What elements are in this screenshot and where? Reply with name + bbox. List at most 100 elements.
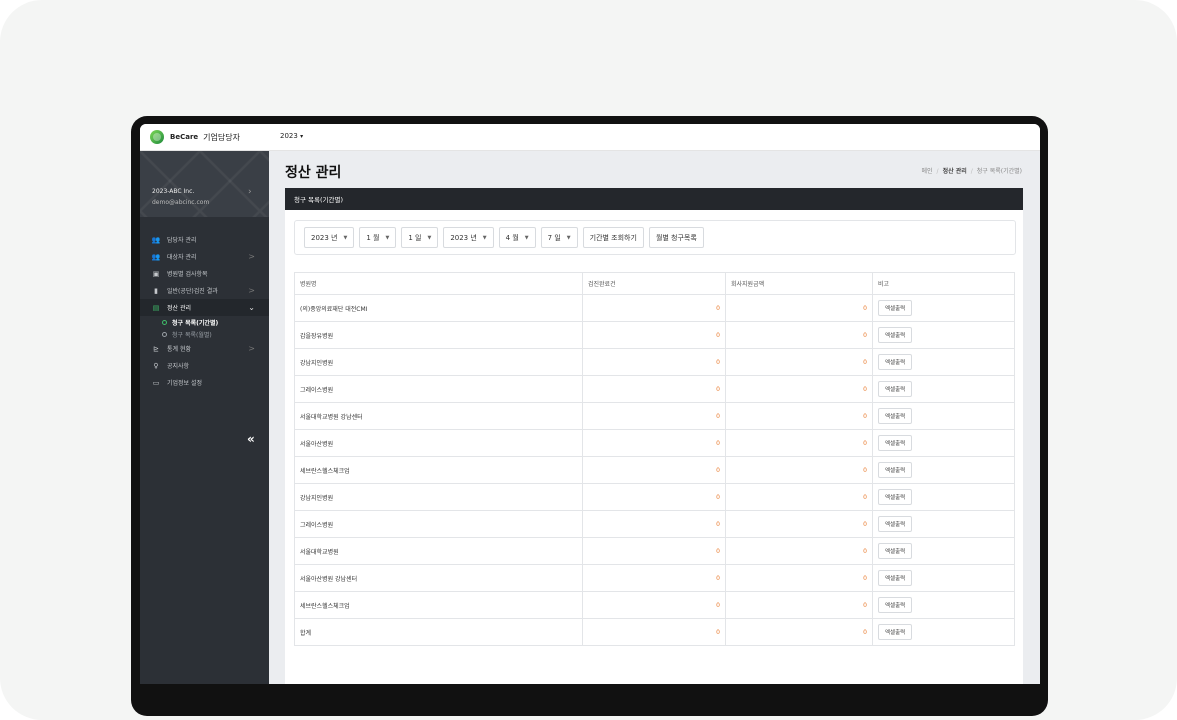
sidebar-item-label: 공지사항: [167, 363, 190, 370]
excel-export-button[interactable]: 엑셀출력: [878, 300, 913, 316]
sidebar-item[interactable]: 👥 담당자 관리: [140, 231, 269, 248]
year-select[interactable]: 2023 ▾: [280, 132, 303, 140]
hospital-cell: 서울아산병원 강남센터: [294, 564, 583, 592]
sidebar-menu: 👥 담당자 관리 👥 대상자 관리 > ▣ 병원별 검사항목 ▮ 일반(공단)검진 결과 > ▤ 정산…: [140, 231, 269, 391]
breadcrumb-section[interactable]: 정산 관리: [943, 168, 967, 175]
sidebar-item[interactable]: ⊵ 통계 현황 >: [140, 340, 269, 357]
hospital-cell: 그레이스병원: [294, 510, 583, 538]
sidebar-item[interactable]: ♀ 공지사항: [140, 357, 269, 374]
app-screen: BeCare 기업담당자 2023 ▾ 2023-ABC Inc. demo@a…: [140, 124, 1040, 684]
sidebar-item-label: 병원별 검사항목: [167, 271, 208, 278]
amount-cell: 0: [725, 402, 873, 430]
excel-export-button[interactable]: 엑셀출력: [878, 381, 913, 397]
count-cell: 0: [582, 537, 726, 565]
excel-export-button[interactable]: 엑셀출력: [878, 462, 913, 478]
start-month-value: 1 월: [366, 233, 380, 242]
hospital-cell: 세브란스헬스체크업: [294, 591, 583, 619]
hospital-cell: 서울아산병원: [294, 429, 583, 457]
table-row: 합계 0 0 엑셀출력: [294, 618, 1015, 646]
column-header-count: 검진완료건: [582, 272, 726, 295]
amount-cell: 0: [725, 429, 873, 457]
excel-export-button[interactable]: 엑셀출력: [878, 570, 913, 586]
column-header-note: 비고: [872, 272, 1015, 295]
caret-down-icon: ▼: [524, 234, 529, 241]
sidebar-item[interactable]: ▤ 정산 관리 ⌄: [140, 299, 269, 316]
user-group-icon: 👥: [151, 252, 161, 261]
table-row: 서울대학교병원 0 0 엑셀출력: [294, 537, 1015, 565]
end-year-select[interactable]: 2023 년 ▼: [443, 227, 494, 248]
sidebar-item[interactable]: ▣ 병원별 검사항목: [140, 265, 269, 282]
caret-down-icon: ▼: [427, 234, 432, 241]
end-year-value: 2023 년: [450, 233, 477, 242]
chevron-right-icon: >: [248, 252, 255, 261]
start-year-select[interactable]: 2023 년 ▼: [304, 227, 355, 248]
table-row: 세브란스헬스체크업 0 0 엑셀출력: [294, 456, 1015, 484]
start-day-select[interactable]: 1 일 ▼: [401, 227, 439, 248]
note-cell: 엑셀출력: [872, 537, 1015, 565]
sidebar-item-label: 대상자 관리: [167, 254, 197, 261]
bullet-icon: [162, 331, 167, 337]
breadcrumb-separator: /: [970, 168, 973, 175]
hospital-icon: ▣: [152, 269, 160, 278]
excel-export-button[interactable]: 엑셀출력: [878, 624, 913, 640]
excel-export-button[interactable]: 엑셀출력: [878, 597, 913, 613]
amount-cell: 0: [725, 510, 873, 538]
sidebar-subitem-label: 청구 목록(기간별): [172, 319, 219, 327]
sidebar-subitem[interactable]: 청구 목록(월별): [140, 328, 269, 340]
breadcrumb-separator: /: [936, 168, 939, 175]
count-cell: 0: [582, 510, 726, 538]
account-panel[interactable]: 2023-ABC Inc. demo@abcinc.com ›: [140, 151, 269, 217]
breadcrumb-current: 청구 목록(기간별): [976, 168, 1022, 175]
amount-cell: 0: [725, 348, 873, 376]
count-cell: 0: [582, 591, 726, 619]
amount-cell: 0: [725, 483, 873, 511]
count-cell: 0: [582, 321, 726, 349]
note-cell: 엑셀출력: [872, 402, 1015, 430]
hospital-cell: (의)중앙의료재단 대전CMI: [294, 294, 583, 322]
search-period-button[interactable]: 기간별 조회하기: [582, 227, 644, 248]
sidebar-subitem[interactable]: 청구 목록(기간별): [140, 316, 269, 328]
amount-cell: 0: [725, 564, 873, 592]
sidebar-item[interactable]: ▮ 일반(공단)검진 결과 >: [140, 282, 269, 299]
excel-export-button[interactable]: 엑셀출력: [878, 354, 913, 370]
chevron-down-icon: ⌄: [248, 303, 255, 312]
sidebar-item[interactable]: 👥 대상자 관리 >: [140, 248, 269, 265]
year-value: 2023: [280, 132, 298, 140]
chevron-right-icon: ›: [248, 187, 252, 197]
sidebar-item[interactable]: ▭ 기업정보 설정: [140, 374, 269, 391]
pin-icon: ♀: [153, 361, 159, 370]
excel-export-button[interactable]: 엑셀출력: [878, 327, 913, 343]
end-month-select[interactable]: 4 월 ▼: [498, 227, 536, 248]
table-row: 그레이스병원 0 0 엑셀출력: [294, 510, 1015, 538]
monthly-list-button[interactable]: 월별 청구목록: [648, 227, 704, 248]
count-cell: 0: [582, 375, 726, 403]
count-cell: 0: [582, 402, 726, 430]
caret-down-icon: ▼: [566, 234, 571, 241]
sidebar-item-label: 일반(공단)검진 결과: [167, 288, 218, 295]
collapse-sidebar-icon[interactable]: «: [247, 432, 255, 446]
excel-export-button[interactable]: 엑셀출력: [878, 516, 913, 532]
brand-role: 기업담당자: [203, 132, 240, 142]
excel-export-button[interactable]: 엑셀출력: [878, 489, 913, 505]
sidebar: 2023-ABC Inc. demo@abcinc.com › 👥 담당자 관리 👥…: [140, 151, 269, 684]
hospital-cell: 서울대학교병원 강남센터: [294, 402, 583, 430]
becare-logo-icon: [150, 130, 164, 144]
breadcrumb-home[interactable]: 메인: [921, 168, 932, 175]
panel-title: 청구 목록(기간별): [285, 188, 1023, 210]
hospital-cell: 갑을장유병원: [294, 321, 583, 349]
amount-cell: 0: [725, 591, 873, 619]
clipboard-icon: ▮: [154, 286, 158, 295]
amount-cell: 0: [725, 375, 873, 403]
excel-export-button[interactable]: 엑셀출력: [878, 543, 913, 559]
sidebar-subitem-label: 청구 목록(월별): [172, 331, 212, 339]
sidebar-item-label: 담당자 관리: [167, 237, 197, 244]
column-header-hospital: 병원명: [294, 272, 583, 295]
excel-export-button[interactable]: 엑셀출력: [878, 408, 913, 424]
end-day-select[interactable]: 7 일 ▼: [540, 227, 578, 248]
end-month-value: 4 월: [505, 233, 519, 242]
note-cell: 엑셀출력: [872, 564, 1015, 592]
hospital-cell: 강남지인병원: [294, 348, 583, 376]
start-month-select[interactable]: 1 월 ▼: [359, 227, 397, 248]
excel-export-button[interactable]: 엑셀출력: [878, 435, 913, 451]
brand[interactable]: BeCare 기업담당자: [140, 124, 269, 150]
